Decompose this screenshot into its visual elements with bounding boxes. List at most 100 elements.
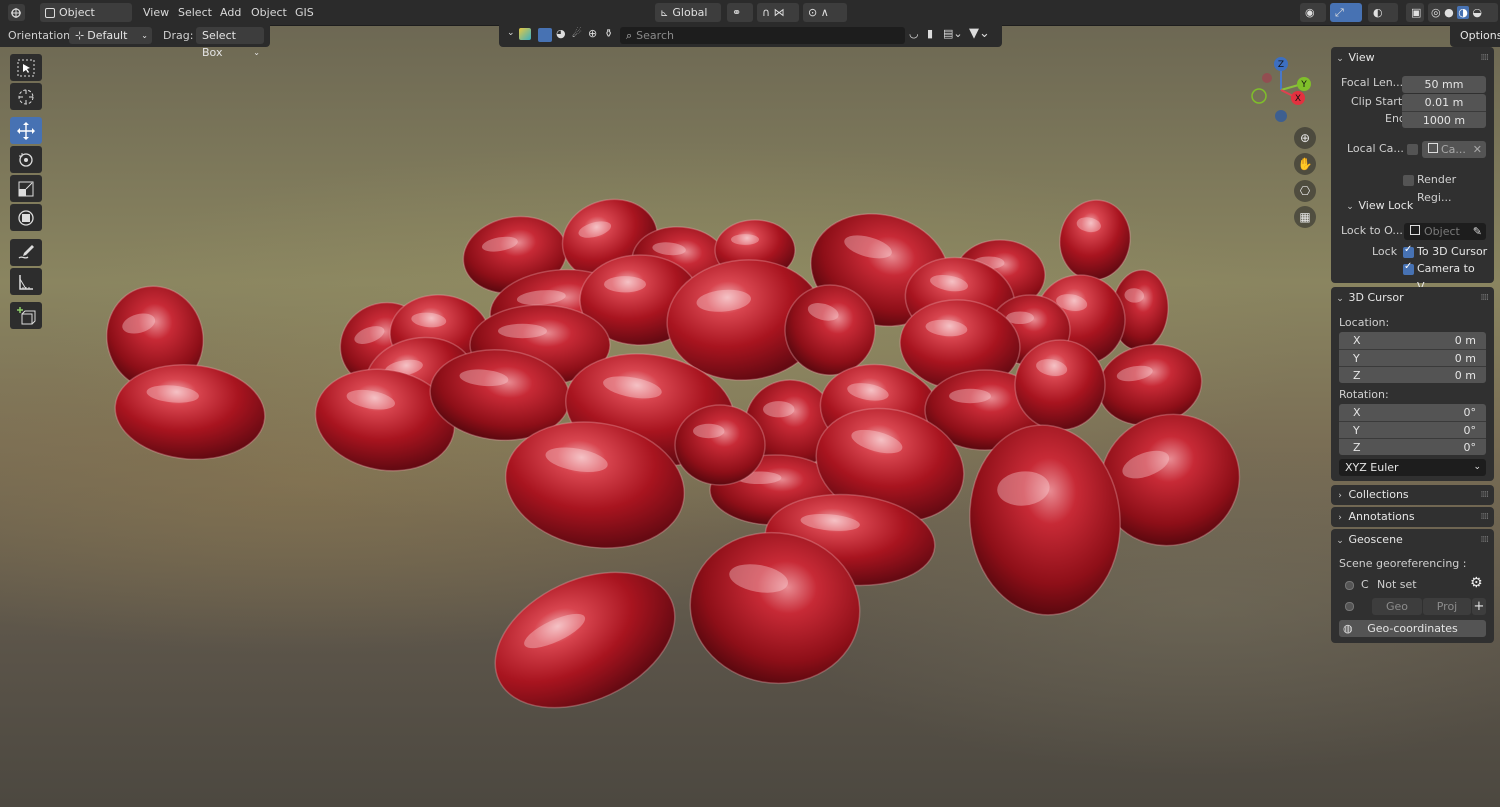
filter-scene-icon[interactable]: ☄ <box>572 27 582 40</box>
add-cube-tool[interactable] <box>10 302 42 329</box>
transform-orientation-dropdown[interactable]: ⊾Global ⌄ <box>655 3 721 38</box>
annotations-section[interactable]: › Annotations ⁞⁞⁞⁞ <box>1331 507 1494 527</box>
lock-3d-cursor-checkbox[interactable] <box>1403 244 1414 258</box>
rendered-shading-icon[interactable]: ◒ <box>1472 6 1482 19</box>
pivot-point-button[interactable]: ⚭ <box>727 3 753 22</box>
snapping-button[interactable]: ∩ ⋈ <box>757 3 799 22</box>
scale-tool[interactable] <box>10 175 42 202</box>
zoom-magnifier-icon: ⊕ <box>1299 131 1311 145</box>
geoscene-header[interactable]: ⌄ Geoscene ⁞⁞⁞⁞ <box>1331 530 1494 550</box>
focal-length-field[interactable]: 50 mm <box>1402 76 1486 93</box>
move-tool[interactable] <box>10 117 42 144</box>
blend-data-icon[interactable]: ⚱ <box>604 27 613 40</box>
seed-highlight <box>731 234 759 245</box>
display-mode-icon[interactable]: ▤⌄ <box>943 27 963 40</box>
render-region-checkbox[interactable] <box>1403 175 1414 186</box>
drag-dropdown[interactable]: Select Box ⌄ <box>196 27 264 59</box>
chevron-down-icon[interactable]: ⌄ <box>507 28 515 38</box>
scale-icon <box>18 181 34 196</box>
menu-select[interactable]: Select <box>178 4 212 21</box>
cursor-location-z-field[interactable]: Z 0 m <box>1339 366 1486 383</box>
menu-view[interactable]: View <box>143 4 169 21</box>
gizmo-neg-y-axis[interactable] <box>1251 88 1267 104</box>
cursor-rotation-z-field[interactable]: Z 0° <box>1339 438 1486 455</box>
eyedropper-icon[interactable]: ✎ <box>1473 223 1482 240</box>
view-layer-icon[interactable] <box>519 28 531 40</box>
local-camera-checkbox[interactable] <box>1407 144 1418 155</box>
view-lock-header[interactable]: ⌄ View Lock <box>1345 196 1485 216</box>
rotation-mode-dropdown[interactable]: XYZ Euler ⌄ <box>1339 459 1486 476</box>
shading-mode-buttons[interactable]: ◎ ● ◑ ◒ <box>1428 3 1498 22</box>
local-camera-field[interactable]: Ca... ✕ <box>1422 141 1486 158</box>
cursor-location-x-field[interactable]: X 0 m <box>1339 332 1486 349</box>
menu-object[interactable]: Object <box>251 4 287 21</box>
gear-icon[interactable]: ⚙ <box>1470 575 1483 591</box>
sphere-icon[interactable]: ◕ <box>556 27 566 40</box>
geo-coordinates-button[interactable]: ◍ Geo-coordinates <box>1339 620 1486 637</box>
chevron-down-icon: ⌄ <box>1336 294 1344 304</box>
rotate-tool[interactable] <box>10 146 42 173</box>
wireframe-shading-icon[interactable]: ◎ <box>1431 6 1441 19</box>
overlays-button[interactable]: ◐ <box>1368 3 1398 22</box>
orientation-dropdown[interactable]: ⊹ Default ⌄ <box>69 27 152 44</box>
cursor-icon <box>18 89 34 104</box>
clip-end-field[interactable]: 1000 m <box>1402 111 1486 128</box>
cursor-tool[interactable] <box>10 83 42 110</box>
proportional-icon: ⊙ <box>808 6 818 19</box>
zoom-button[interactable]: ⊕ <box>1294 127 1316 149</box>
cursor-rotation-x-field[interactable]: X 0° <box>1339 404 1486 421</box>
collections-header[interactable]: › Collections ⁞⁞⁞⁞ <box>1331 485 1494 505</box>
drag-handle-icon[interactable]: ⁞⁞⁞⁞ <box>1481 530 1490 550</box>
bookmark-icon[interactable]: ▮ <box>927 27 933 40</box>
outliner-search-input[interactable]: ⌕ Search <box>620 27 905 44</box>
filter-icon[interactable]: ▼⌄ <box>969 26 990 41</box>
material-shading-icon[interactable]: ◑ <box>1457 6 1469 19</box>
menu-add[interactable]: Add <box>220 4 241 21</box>
drag-handle-icon[interactable]: ⁞⁞⁞⁞ <box>1481 507 1490 527</box>
camera-view-button[interactable]: ⎔ <box>1294 180 1316 202</box>
drag-handle-icon[interactable]: ⁞⁞⁞⁞ <box>1481 48 1490 68</box>
visibility-button[interactable]: ◉ <box>1300 3 1326 22</box>
mode-dropdown[interactable]: Object Mode ⌄ <box>40 3 132 38</box>
select-box-tool[interactable] <box>10 54 42 81</box>
proj-button[interactable]: Proj <box>1423 598 1471 615</box>
perspective-toggle-button[interactable]: ▦ <box>1294 206 1316 228</box>
view-section-header[interactable]: ⌄ View ⁞⁞⁞⁞ <box>1331 48 1494 68</box>
add-icon[interactable]: + <box>1472 598 1486 615</box>
select-box-icon[interactable] <box>538 28 552 42</box>
drag-handle-icon[interactable]: ⁞⁞⁞⁞ <box>1481 288 1490 308</box>
pan-button[interactable]: ✋ <box>1294 153 1316 175</box>
options-button[interactable]: Options <box>1460 27 1500 45</box>
camera-to-view-checkbox[interactable] <box>1403 261 1414 275</box>
geo-button[interactable]: Geo <box>1372 598 1422 615</box>
proportional-editing-button[interactable]: ⊙ ∧ <box>803 3 847 22</box>
drag-handle-icon[interactable]: ⁞⁞⁞⁞ <box>1481 485 1490 505</box>
navigation-gizmo[interactable]: Z Y X <box>1246 54 1316 126</box>
measure-tool[interactable] <box>10 268 42 295</box>
editor-type-icon[interactable] <box>8 4 25 21</box>
cursor-location-y-field[interactable]: Y 0 m <box>1339 349 1486 366</box>
xray-button[interactable]: ▣ <box>1406 3 1424 22</box>
annotations-header[interactable]: › Annotations ⁞⁞⁞⁞ <box>1331 507 1494 527</box>
3d-cursor-header[interactable]: ⌄ 3D Cursor ⁞⁞⁞⁞ <box>1331 288 1494 308</box>
gizmo-neg-z-axis[interactable] <box>1275 110 1287 122</box>
transform-tool[interactable] <box>10 204 42 231</box>
cursor-rotation-y-field[interactable]: Y 0° <box>1339 421 1486 438</box>
annotate-tool[interactable] <box>10 239 42 266</box>
xray-icon: ▣ <box>1411 6 1422 19</box>
lock-to-object-field[interactable]: Object ✎ <box>1404 223 1486 240</box>
viewport-header: Object Mode ⌄ View Select Add Object GIS… <box>0 0 1500 38</box>
gizmo-toggle-button[interactable]: ⤢ <box>1330 3 1362 22</box>
clip-start-field[interactable]: 0.01 m <box>1402 94 1486 111</box>
gizmo-neg-x-axis[interactable] <box>1262 73 1272 83</box>
3d-viewport[interactable]: Object Mode ⌄ View Select Add Object GIS… <box>0 0 1500 807</box>
close-icon[interactable]: ✕ <box>1473 141 1482 158</box>
orientation-label: Global <box>672 6 708 19</box>
chevron-down-icon[interactable]: ◡ <box>909 27 919 40</box>
camera-icon: ⎔ <box>1299 184 1311 198</box>
seed-highlight <box>949 388 991 404</box>
collections-section[interactable]: › Collections ⁞⁞⁞⁞ <box>1331 485 1494 505</box>
menu-gis[interactable]: GIS <box>295 4 314 21</box>
solid-shading-icon[interactable]: ● <box>1444 6 1454 19</box>
globe-filter-icon[interactable]: ⊕ <box>588 27 597 40</box>
